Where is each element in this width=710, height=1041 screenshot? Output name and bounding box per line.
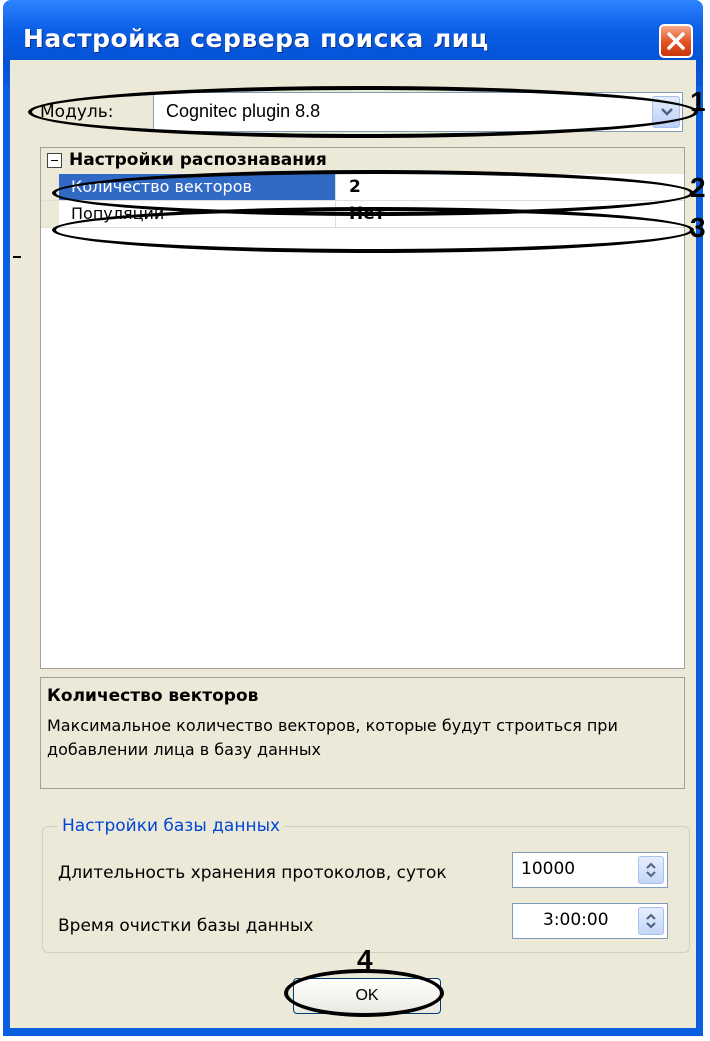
close-button[interactable] xyxy=(659,24,693,58)
description-title: Количество векторов xyxy=(47,686,259,706)
callout-number-3: 3 xyxy=(690,212,706,243)
retention-spinner[interactable]: 10000 xyxy=(512,852,668,888)
row-gutter xyxy=(41,174,59,200)
database-group-label: Настройки базы данных xyxy=(58,816,285,836)
close-icon xyxy=(667,32,685,50)
spin-arrows-icon xyxy=(646,862,656,878)
callout-number-1: 1 xyxy=(690,86,706,117)
module-select[interactable]: Cognitec plugin 8.8 xyxy=(153,92,683,132)
module-label: Модуль: xyxy=(40,102,114,122)
property-value-vectors[interactable]: 2 xyxy=(337,174,361,200)
module-dropdown-button[interactable] xyxy=(652,96,680,128)
callout-number-4: 4 xyxy=(357,944,373,975)
property-value-populations[interactable]: Нет xyxy=(337,201,385,227)
property-row-populations[interactable]: Популяции Нет xyxy=(41,201,684,228)
module-select-value: Cognitec plugin 8.8 xyxy=(166,101,321,121)
cleanup-value: 3:00:00 xyxy=(543,910,609,930)
callout-number-2: 2 xyxy=(690,172,706,203)
property-name: Количество векторов xyxy=(59,174,336,200)
retention-spin-button[interactable] xyxy=(638,856,664,884)
chevron-down-icon xyxy=(661,108,673,116)
ok-button[interactable]: OK xyxy=(293,978,441,1014)
collapse-icon[interactable] xyxy=(47,153,62,168)
cleanup-time-spinner[interactable]: 3:00:00 xyxy=(512,903,668,939)
cleanup-spin-button[interactable] xyxy=(638,907,664,935)
description-panel: Количество векторов Максимальное количес… xyxy=(40,677,685,789)
grid-category-header[interactable]: Настройки распознавания xyxy=(41,148,684,174)
dialog-window: Настройка сервера поиска лиц Модуль: Cog… xyxy=(3,0,703,1036)
retention-label: Длительность хранения протоколов, суток xyxy=(58,863,447,883)
edge-mark xyxy=(13,256,21,258)
property-row-vectors[interactable]: Количество векторов 2 xyxy=(41,174,684,201)
dialog-client-area: Модуль: Cognitec plugin 8.8 Настройки ра… xyxy=(10,60,696,1028)
category-label: Настройки распознавания xyxy=(69,150,327,170)
spin-arrows-icon xyxy=(646,913,656,929)
property-name: Популяции xyxy=(59,201,336,227)
retention-value: 10000 xyxy=(521,859,576,879)
dialog-title: Настройка сервера поиска лиц xyxy=(23,24,489,53)
row-gutter xyxy=(41,201,59,227)
cleanup-label: Время очистки базы данных xyxy=(58,916,314,936)
description-text: Максимальное количество векторов, которы… xyxy=(47,716,618,759)
property-grid: Настройки распознавания Количество векто… xyxy=(40,147,685,669)
